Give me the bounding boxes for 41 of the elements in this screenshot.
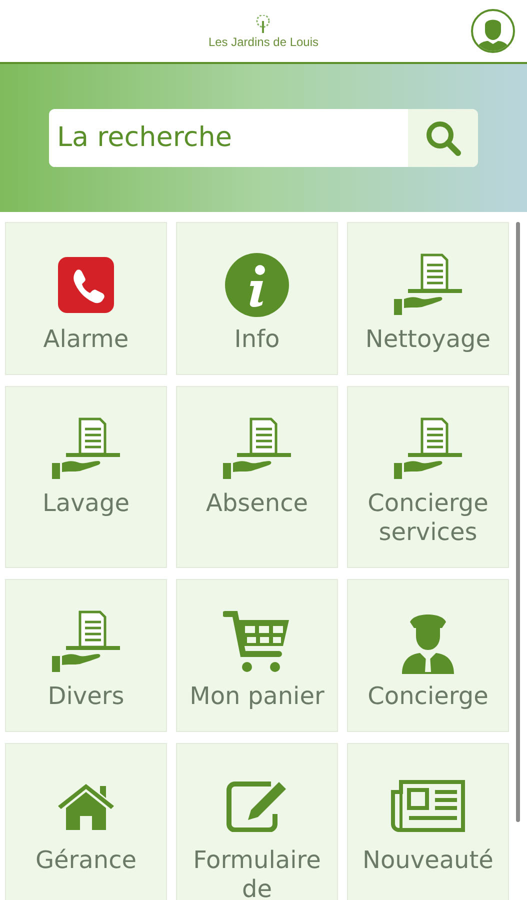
hand-document-icon xyxy=(392,417,464,481)
tile-label: Nouveauté xyxy=(362,846,494,875)
hand-document-icon xyxy=(50,417,122,481)
tile-label: Formulaire de xyxy=(192,846,322,900)
tile-label: Alarme xyxy=(43,325,129,354)
tile-label: Mon panier xyxy=(190,682,324,711)
edit-icon xyxy=(225,780,289,832)
menu-tile[interactable]: Mon panier xyxy=(176,579,338,732)
menu-tile[interactable]: Nettoyage xyxy=(347,222,509,375)
menu-tile[interactable]: Alarme xyxy=(5,222,167,375)
app-title: Les Jardins de Louis xyxy=(208,34,319,51)
hand-document-icon xyxy=(221,417,293,481)
tile-label: Info xyxy=(234,325,280,354)
menu-tile[interactable]: Concierge services xyxy=(347,386,509,568)
tile-label: Concierge xyxy=(368,682,488,711)
menu-tile[interactable]: Gérance xyxy=(5,743,167,900)
hand-document-icon xyxy=(50,610,122,674)
menu-tile[interactable]: Divers xyxy=(5,579,167,732)
newspaper-icon xyxy=(391,780,465,832)
tile-label: Absence xyxy=(206,489,308,518)
menu-tile[interactable]: Nouveauté xyxy=(347,743,509,900)
menu-tile[interactable]: Concierge xyxy=(347,579,509,732)
search-field[interactable]: La recherche xyxy=(49,109,478,167)
search-button[interactable] xyxy=(408,109,478,167)
tile-label: Nettoyage xyxy=(365,325,491,354)
menu-tile[interactable]: Formulaire de xyxy=(176,743,338,900)
house-icon xyxy=(56,782,116,830)
profile-avatar[interactable] xyxy=(471,9,515,53)
tree-logo-icon xyxy=(254,15,272,33)
tile-label: Divers xyxy=(48,682,124,711)
hand-document-icon xyxy=(392,253,464,317)
info-icon xyxy=(225,253,289,317)
cart-icon xyxy=(223,610,291,674)
phone-icon xyxy=(58,257,114,313)
tile-label: Lavage xyxy=(42,489,130,518)
search-icon xyxy=(425,120,461,156)
menu-tile[interactable]: Absence xyxy=(176,386,338,568)
menu-tile[interactable]: Lavage xyxy=(5,386,167,568)
tile-label: Concierge services xyxy=(366,489,490,547)
menu-tile[interactable]: Info xyxy=(176,222,338,375)
tile-label: Gérance xyxy=(35,846,137,875)
